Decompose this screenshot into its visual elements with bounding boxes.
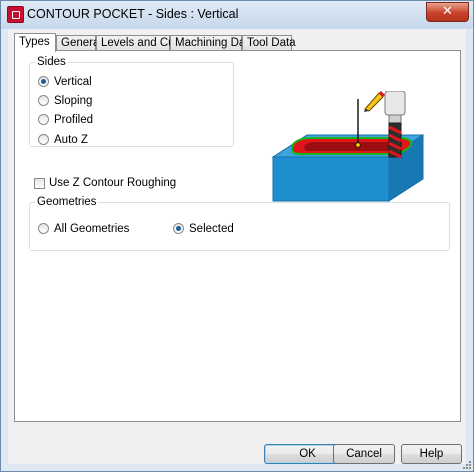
sides-group-label: Sides: [37, 56, 66, 68]
radio-profiled-label: Profiled: [54, 113, 93, 126]
radio-all-geometries[interactable]: All Geometries: [38, 221, 129, 236]
geometries-group: Geometries All Geometries Selected: [29, 196, 450, 251]
dialog-window: CONTOUR POCKET - Sides : Vertical ✕ Type…: [0, 0, 474, 472]
use-z-contour-roughing-checkbox[interactable]: [34, 177, 45, 189]
tab-types[interactable]: Types: [14, 33, 56, 52]
radio-vertical-button[interactable]: [38, 76, 49, 87]
pencil-icon: [364, 91, 385, 112]
geometries-group-label: Geometries: [37, 196, 97, 208]
radio-all-geometries-label: All Geometries: [54, 222, 130, 235]
radio-profiled[interactable]: Profiled: [38, 112, 93, 127]
sides-group: Sides Vertical Sloping Profiled Auto Z: [29, 56, 234, 147]
close-button[interactable]: ✕: [426, 2, 469, 22]
contour-pocket-illustration: [271, 91, 435, 209]
radio-sloping-button[interactable]: [38, 95, 49, 106]
types-tab-panel: Sides Vertical Sloping Profiled Auto Z U…: [14, 50, 461, 422]
use-z-contour-roughing-label: Use Z Contour Roughing: [49, 177, 177, 189]
radio-sloping-label: Sloping: [54, 94, 93, 107]
radio-sloping[interactable]: Sloping: [38, 93, 92, 108]
radio-vertical-label: Vertical: [54, 75, 92, 88]
radio-selected[interactable]: Selected: [173, 221, 234, 236]
cancel-button[interactable]: Cancel: [333, 444, 395, 464]
radio-selected-label: Selected: [189, 222, 234, 235]
radio-all-geometries-button[interactable]: [38, 223, 49, 234]
radio-selected-button[interactable]: [173, 223, 184, 234]
tab-machining-data[interactable]: Machining Data: [170, 35, 255, 50]
resize-grip-icon[interactable]: [462, 460, 472, 470]
tab-levels-and-cuts[interactable]: Levels and Cuts: [96, 35, 183, 50]
radio-vertical[interactable]: Vertical: [38, 74, 92, 89]
radio-auto-z-button[interactable]: [38, 134, 49, 145]
radio-auto-z[interactable]: Auto Z: [38, 132, 88, 147]
help-button[interactable]: Help: [401, 444, 462, 464]
title-bar[interactable]: CONTOUR POCKET - Sides : Vertical ✕: [1, 1, 473, 29]
tab-general[interactable]: General: [56, 35, 102, 50]
radio-profiled-button[interactable]: [38, 114, 49, 125]
app-icon[interactable]: [7, 6, 24, 23]
use-z-contour-roughing[interactable]: Use Z Contour Roughing: [34, 177, 176, 189]
dialog-client-area: Types General Levels and Cuts Machining …: [8, 29, 466, 464]
window-title: CONTOUR POCKET - Sides : Vertical: [27, 7, 239, 21]
radio-auto-z-label: Auto Z: [54, 133, 88, 146]
tab-tool-data[interactable]: Tool Data: [242, 35, 296, 50]
